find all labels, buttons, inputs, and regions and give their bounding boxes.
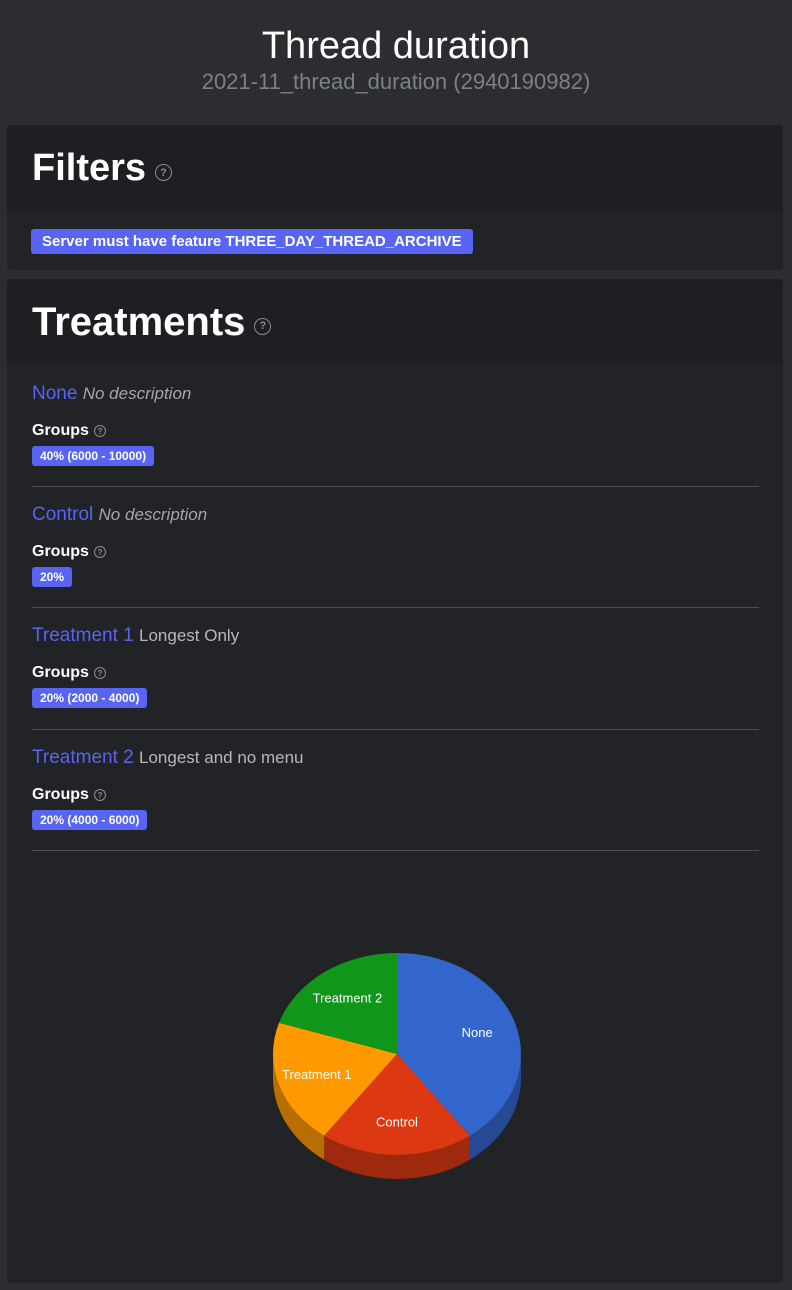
filters-card-header: Filters ? <box>7 125 783 212</box>
pie-label: Treatment 2 <box>313 990 383 1005</box>
divider <box>32 486 759 487</box>
groups-help-icon[interactable]: ? <box>93 789 106 801</box>
filters-body: Server must have feature THREE_DAY_THREA… <box>7 212 783 254</box>
treatment-header: Control No description <box>32 503 759 527</box>
groups-label-text: Groups <box>32 664 89 681</box>
filters-help-icon[interactable]: ? <box>155 164 173 181</box>
treatment-header: None No description <box>32 382 759 406</box>
treatment-description: No description <box>98 505 208 524</box>
treatment-header: Treatment 2 Longest and no menu <box>32 746 759 770</box>
treatments-help-icon[interactable]: ? <box>254 317 272 335</box>
groups-label: Groups ? <box>32 542 759 562</box>
groups-help-icon[interactable]: ? <box>93 667 106 679</box>
group-badge: 20% (4000 - 6000) <box>32 810 148 830</box>
treatment-pie-chart: None Control Treatment 1 Treatment 2 <box>273 953 521 1179</box>
groups-label: Groups ? <box>32 785 759 805</box>
groups-help-icon[interactable]: ? <box>93 546 106 558</box>
groups-badges: 20% (4000 - 6000) <box>32 810 759 830</box>
page-title: Thread duration <box>261 25 531 67</box>
treatment-none: None No description Groups ? 40% (6000 -… <box>32 382 759 466</box>
experiment-id: 2021-11_thread_duration (2940190982) <box>201 69 591 94</box>
divider <box>32 729 759 730</box>
treatment-name[interactable]: Treatment 2 <box>32 747 134 768</box>
treatment-control: Control No description Groups ? 20% <box>32 503 759 587</box>
treatment-description: Longest and no menu <box>139 748 304 767</box>
pie-label: Control <box>376 1115 418 1130</box>
group-badge: 40% (6000 - 10000) <box>32 446 155 466</box>
groups-badges: 20% (2000 - 4000) <box>32 688 759 708</box>
groups-help-icon[interactable]: ? <box>93 425 106 437</box>
treatment-1: Treatment 1 Longest Only Groups ? 20% (2… <box>32 624 759 708</box>
treatment-description: No description <box>82 384 192 403</box>
page-header: Thread duration 2021-11_thread_duration … <box>0 0 792 118</box>
pie-label: Treatment 1 <box>282 1067 352 1082</box>
groups-label-text: Groups <box>32 543 89 560</box>
group-badge: 20% (2000 - 4000) <box>32 688 148 708</box>
pie-label: None <box>462 1025 493 1040</box>
treatment-description: Longest Only <box>139 626 240 645</box>
groups-label-text: Groups <box>32 786 89 803</box>
groups-badges: 40% (6000 - 10000) <box>32 446 759 466</box>
treatments-card: Treatments ? None No description Groups … <box>7 279 783 1283</box>
group-badge: 20% <box>32 567 73 587</box>
filter-badge: Server must have feature THREE_DAY_THREA… <box>31 229 473 254</box>
treatments-card-header: Treatments ? <box>7 279 783 365</box>
divider <box>32 607 759 608</box>
groups-label: Groups ? <box>32 421 759 441</box>
groups-badges: 20% <box>32 567 759 587</box>
treatments-title: Treatments <box>32 299 246 344</box>
treatment-name[interactable]: Treatment 1 <box>32 625 134 646</box>
groups-label: Groups ? <box>32 663 759 683</box>
groups-label-text: Groups <box>32 422 89 439</box>
treatment-name[interactable]: None <box>32 383 77 404</box>
treatment-name[interactable]: Control <box>32 504 93 525</box>
treatment-2: Treatment 2 Longest and no menu Groups ?… <box>32 746 759 830</box>
filters-card: Filters ? Server must have feature THREE… <box>7 125 783 270</box>
treatment-header: Treatment 1 Longest Only <box>32 624 759 648</box>
filters-title: Filters <box>32 147 147 189</box>
divider <box>32 850 759 851</box>
